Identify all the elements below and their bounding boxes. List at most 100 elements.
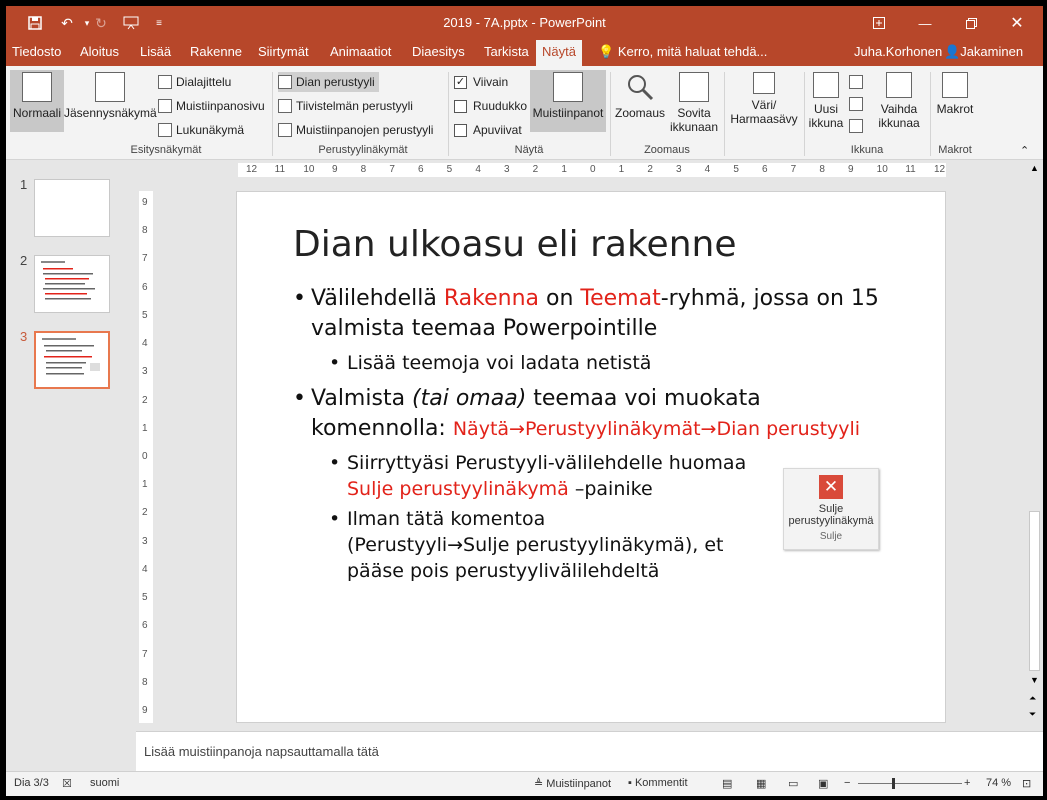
ruler-tick-label: 5 <box>446 164 453 175</box>
fit-slide-icon[interactable]: ⊡ <box>1022 777 1031 790</box>
collapse-ribbon-icon[interactable]: ⌃ <box>1020 144 1029 157</box>
tab-slideshow[interactable]: Diaesitys <box>406 40 471 66</box>
ruler-tick-label: 0 <box>590 164 596 175</box>
tab-animations[interactable]: Animaatiot <box>324 40 397 66</box>
slide-thumbnail-3[interactable] <box>34 331 110 389</box>
close-icon[interactable]: ✕ <box>994 6 1040 40</box>
zoom-slider-thumb[interactable] <box>892 778 895 789</box>
handout-master-button[interactable]: Tiivistelmän perustyyli <box>278 96 413 116</box>
tab-insert[interactable]: Lisää <box>134 40 177 66</box>
notes-status-button[interactable]: ≜ Muistiinpanot <box>534 777 611 790</box>
sub-bullet-1[interactable]: Lisää teemoja voi ladata netistä <box>347 350 651 376</box>
fit-line2: ikkunaan <box>669 120 719 134</box>
bullet-2-post: teemaa voi muokata <box>526 386 761 411</box>
reading-view-button[interactable]: Lukunäkymä <box>158 120 244 140</box>
close-master-view-image[interactable]: ✕ Sulje perustyylinäkymä Sulje <box>783 468 879 550</box>
sorter-view-status-icon[interactable]: ▦ <box>756 777 766 790</box>
tab-home[interactable]: Aloitus <box>74 40 125 66</box>
arrange-all-icon[interactable] <box>849 72 867 92</box>
bullet-1-post: -ryhmä, jossa on 15 <box>660 286 879 311</box>
next-slide-icon[interactable]: ⏷ <box>1029 709 1036 720</box>
gridlines-checkbox[interactable]: Ruudukko <box>454 96 527 116</box>
user-name[interactable]: Juha.Korhonen <box>854 40 942 64</box>
bullet-1-text[interactable]: Välilehdellä Rakenna on Teemat-ryhmä, jo… <box>311 284 931 344</box>
ribbon-display-icon[interactable] <box>856 6 902 40</box>
ruler-checkbox[interactable]: ✓ Viivain <box>454 72 508 92</box>
slideshow-status-icon[interactable]: ▣ <box>818 777 828 790</box>
previous-slide-icon[interactable]: ⏶ <box>1029 693 1036 704</box>
ruler-tick-label: 6 <box>762 164 768 175</box>
tab-design[interactable]: Rakenne <box>184 40 248 66</box>
zoom-level[interactable]: 74 % <box>986 777 1011 789</box>
sub-bullet-2[interactable]: Siirryttyäsi Perustyyli-välilehdelle huo… <box>347 450 787 502</box>
slide-sorter-button[interactable]: Dialajittelu <box>158 72 231 92</box>
notes-toggle-button[interactable]: Muistiinpanot <box>530 70 606 132</box>
notes-master-button[interactable]: Muistiinpanojen perustyyli <box>278 120 433 140</box>
tab-view[interactable]: Näytä <box>536 40 582 66</box>
guides-checkbox[interactable]: Apuviivat <box>454 120 522 140</box>
slide-thumbnail-2[interactable] <box>34 255 110 313</box>
zoom-slider-track[interactable] <box>858 783 962 784</box>
ruler-tick-label: 1 <box>142 422 148 434</box>
ruler-tick-label: 8 <box>142 676 148 688</box>
notes-pane[interactable]: Lisää muistiinpanoja napsauttamalla tätä <box>136 731 1043 771</box>
thumb-number: 2 <box>20 253 28 268</box>
minimize-icon[interactable]: — <box>902 6 948 40</box>
bullet-2-line2: komennolla: <box>311 416 453 441</box>
slide-master-button[interactable]: Dian perustyyli <box>278 72 379 92</box>
zoom-button[interactable]: Zoomaus <box>614 70 666 132</box>
vertical-scrollbar[interactable]: ▲ ▼ ⏶ ⏷ <box>1026 161 1043 731</box>
restore-icon[interactable] <box>948 6 994 40</box>
scroll-thumb[interactable] <box>1029 511 1040 671</box>
notes-status-icon: ≜ <box>534 778 547 790</box>
new-window-button[interactable]: Uusi ikkuna <box>806 70 846 142</box>
group-label-views: Esitysnäkymät <box>130 144 202 156</box>
macros-button[interactable]: Makrot <box>932 70 978 132</box>
outline-view-button[interactable]: Jäsennysnäkymä <box>64 70 157 132</box>
tab-transitions[interactable]: Siirtymät <box>252 40 315 66</box>
slide-thumbnail-1[interactable] <box>34 179 110 237</box>
sub-bullet-dot-icon: • <box>329 352 341 374</box>
share-button[interactable]: 👤Jakaminen <box>944 40 1023 64</box>
macros-icon <box>942 72 968 98</box>
bullet-2-text[interactable]: Valmista (tai omaa) teemaa voi muokata k… <box>311 384 931 444</box>
notes-master-icon <box>278 123 292 137</box>
fit-to-window-button[interactable]: Sovita ikkunaan <box>668 70 720 140</box>
tell-me-box[interactable]: 💡 Kerro, mitä haluat tehdä... <box>598 40 767 64</box>
ruler-tick-label: 9 <box>848 164 854 175</box>
tab-file[interactable]: Tiedosto <box>6 40 67 66</box>
comments-status-button[interactable]: ▪ Kommentit <box>628 777 688 789</box>
zoom-in-icon[interactable]: + <box>964 777 970 789</box>
color-line1: Väri/ <box>751 98 777 112</box>
normal-view-button[interactable]: Normaali <box>10 70 64 132</box>
fit-window-icon <box>679 72 709 102</box>
sub-bullet-3[interactable]: Ilman tätä komentoa (Perustyyli→Sulje pe… <box>347 506 787 584</box>
zoom-out-icon[interactable]: − <box>844 777 850 789</box>
sub-bullet-3-line3: pääse pois perustyylivälilehdeltä <box>347 560 660 582</box>
cascade-icon[interactable] <box>849 94 867 114</box>
slide-sorter-icon <box>158 75 172 89</box>
slide-canvas[interactable]: Dian ulkoasu eli rakenne • Välilehdellä … <box>236 191 946 723</box>
normal-view-status-icon[interactable]: ▤ <box>722 777 732 790</box>
bullet-1-red-1: Rakenna <box>443 286 539 311</box>
scroll-up-icon[interactable]: ▲ <box>1030 163 1039 173</box>
color-grayscale-button[interactable]: Väri/ Harmaasävy <box>726 70 802 142</box>
spellcheck-icon[interactable]: ☒ <box>62 777 72 790</box>
notes-page-button[interactable]: Muistiinpanosivu <box>158 96 265 116</box>
comments-label: Kommentit <box>634 777 688 789</box>
ruler-tick-label: 2 <box>647 164 653 175</box>
ruler-tick-label: 10 <box>303 164 315 175</box>
reading-view-status-icon[interactable]: ▭ <box>788 777 798 790</box>
slide-title[interactable]: Dian ulkoasu eli rakenne <box>293 224 736 265</box>
guides-check-icon <box>454 123 467 137</box>
separator <box>804 72 805 156</box>
bullet-1[interactable]: • <box>293 284 306 314</box>
switch-windows-button[interactable]: Vaihda ikkunaa <box>872 70 926 142</box>
notes-page-icon <box>158 99 172 113</box>
move-split-icon[interactable] <box>849 116 867 136</box>
slide-thumbnails-pane: 1 2 3 <box>6 161 136 731</box>
scroll-down-icon[interactable]: ▼ <box>1030 675 1039 685</box>
tab-review[interactable]: Tarkista <box>478 40 535 66</box>
reading-view-label: Lukunäkymä <box>176 123 245 137</box>
language-indicator[interactable]: suomi <box>90 777 119 789</box>
